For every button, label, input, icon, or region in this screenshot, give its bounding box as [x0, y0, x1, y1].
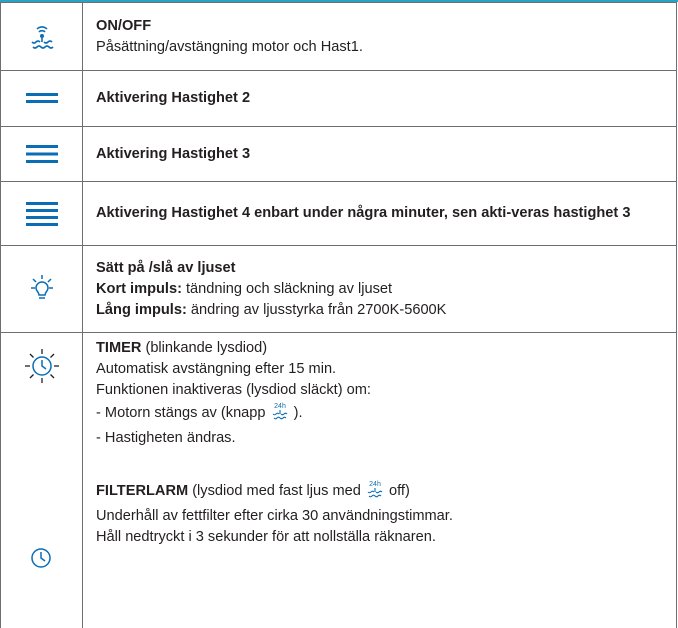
- icon-cell: [0, 70, 83, 127]
- filter-title: FILTERLARM: [96, 483, 189, 499]
- badge-text: 24h: [274, 403, 286, 410]
- speed-3-lines-icon: [25, 144, 58, 163]
- timer-blinking-icon: [25, 349, 59, 383]
- badge-text: 24h: [369, 481, 381, 488]
- filter-block: FILTERLARM (lysdiod med fast ljus med 24…: [96, 479, 662, 548]
- short-press-label: Kort impuls:: [96, 280, 182, 297]
- icon-cell: [0, 126, 83, 182]
- row-desc: Påsättning/avstängning motor och Hast1.: [96, 38, 363, 55]
- filter-title-note-end: off): [384, 483, 410, 499]
- timer-line: Automatisk avstängning efter 15 min.: [96, 361, 337, 377]
- timer-line: - Motorn stängs av (knapp: [96, 405, 270, 421]
- table-row: Aktivering Hastighet 4 enbart under någr…: [0, 181, 677, 246]
- table-row: Aktivering Hastighet 2: [0, 70, 677, 127]
- timer-block: TIMER (blinkande lysdiod) Automatisk avs…: [96, 338, 662, 449]
- row-title: Aktivering Hastighet 3: [96, 145, 251, 162]
- function-table: ON/OFF Påsättning/avstängning motor och …: [0, 2, 677, 628]
- fan-motor-icon: [30, 25, 54, 49]
- table-row: ON/OFF Påsättning/avstängning motor och …: [0, 2, 677, 71]
- row-title: Aktivering Hastighet 4 enbart under någr…: [96, 205, 631, 221]
- clock-filter-icon: [31, 548, 51, 568]
- text-cell: TIMER (blinkande lysdiod) Automatisk avs…: [82, 332, 677, 628]
- text-cell: ON/OFF Påsättning/avstängning motor och …: [82, 2, 677, 71]
- icon-cell: [0, 2, 83, 71]
- row-title: Sätt på /slå av ljuset: [96, 259, 236, 276]
- table-row: Aktivering Hastighet 3: [0, 126, 677, 182]
- row-title: Aktivering Hastighet 2: [96, 90, 251, 106]
- fan-24h-icon: 24h: [270, 401, 290, 428]
- timer-line: Funktionen inaktiveras (lysdiod släckt) …: [96, 382, 371, 398]
- text-cell: Sätt på /slå av ljuset Kort impuls: tänd…: [82, 245, 677, 333]
- icon-cell: [0, 332, 83, 628]
- timer-line-end: ).: [289, 405, 303, 421]
- row-title: ON/OFF: [96, 17, 152, 34]
- long-press-desc: ändring av ljusstyrka från 2700K-5600K: [186, 301, 447, 318]
- long-press-label: Lång impuls:: [96, 301, 187, 318]
- fan-24h-icon: 24h: [365, 479, 385, 506]
- speed-4-lines-icon: [25, 201, 58, 226]
- text-cell: Aktivering Hastighet 3: [82, 126, 677, 182]
- text-cell: Aktivering Hastighet 4 enbart under någr…: [82, 181, 677, 246]
- timer-line: - Hastigheten ändras.: [96, 430, 236, 446]
- table-row: TIMER (blinkande lysdiod) Automatisk avs…: [0, 332, 677, 628]
- speed-2-lines-icon: [25, 93, 58, 104]
- short-press-desc: tändning och släckning av ljuset: [181, 280, 393, 297]
- icon-cell: [0, 181, 83, 246]
- filter-line: Underhåll av fettfilter efter cirka 30 a…: [96, 508, 453, 524]
- timer-title-note: (blinkande lysdiod): [141, 340, 268, 356]
- icon-cell: [0, 245, 83, 333]
- text-cell: Aktivering Hastighet 2: [82, 70, 677, 127]
- timer-title: TIMER: [96, 340, 142, 356]
- filter-line: Håll nedtryckt i 3 sekunder för att noll…: [96, 529, 436, 545]
- table-row: Sätt på /slå av ljuset Kort impuls: tänd…: [0, 245, 677, 333]
- light-bulb-icon: [30, 275, 53, 299]
- filter-title-note: (lysdiod med fast ljus med: [188, 483, 365, 499]
